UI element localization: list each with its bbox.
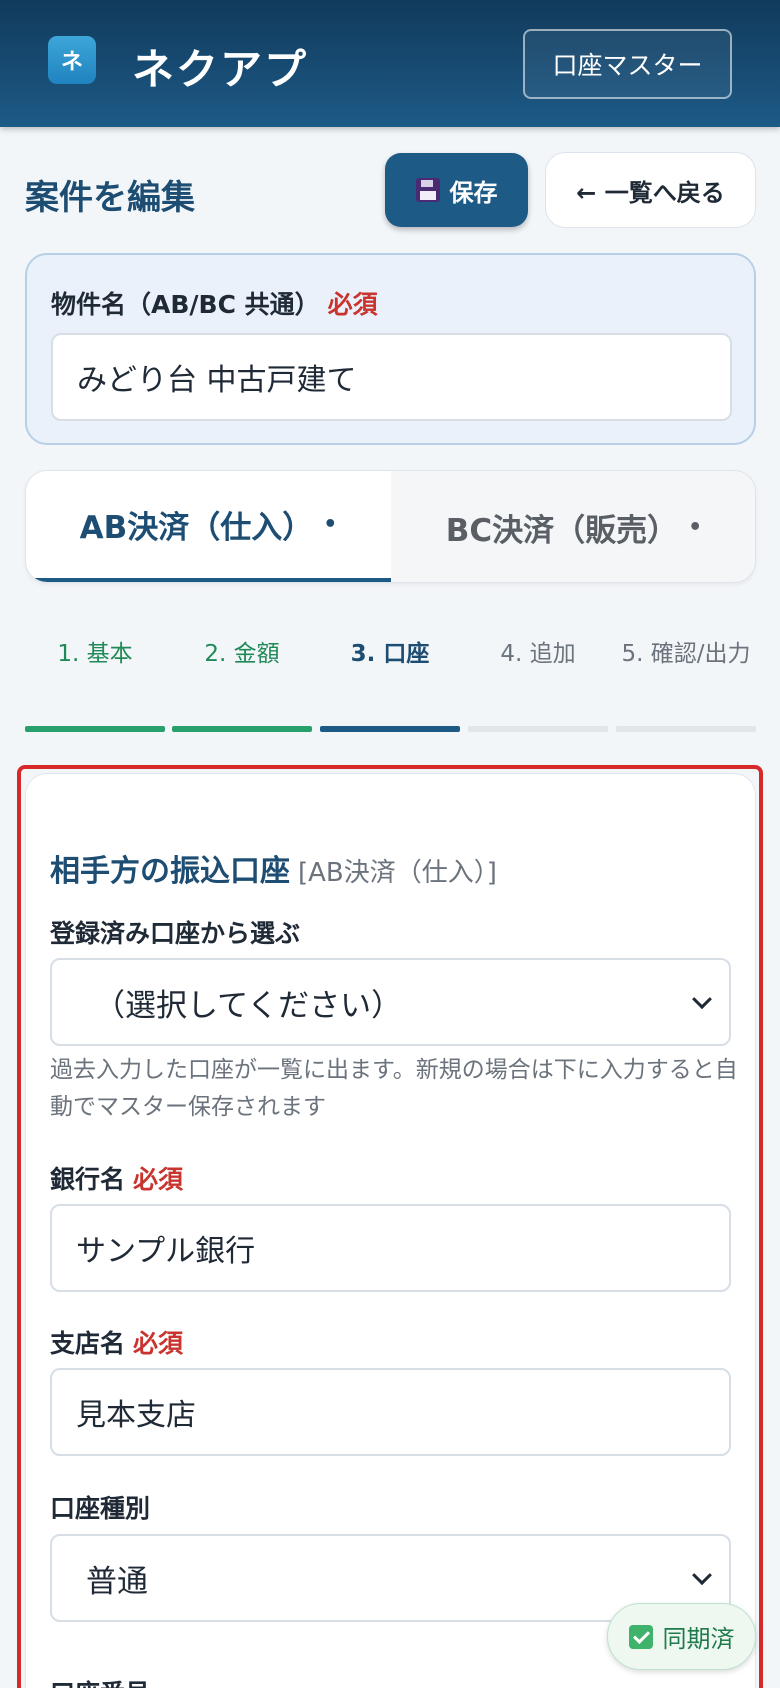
account-section-title: 相手方の振込口座 [AB決済（仕入）]	[50, 846, 497, 890]
saved-account-label: 登録済み口座から選ぶ	[50, 919, 301, 948]
step-basic[interactable]: 1. 基本	[25, 636, 165, 672]
step-confirm-output[interactable]: 5. 確認/出力	[616, 636, 756, 672]
account-section-subtitle: [AB決済（仕入）]	[298, 858, 497, 888]
saved-account-value: （選択してください）	[94, 987, 403, 1024]
branch-name-label: 支店名 必須	[50, 1324, 183, 1360]
chevron-down-icon	[692, 989, 712, 1010]
step-indicator: 1. 基本 2. 金額 3. 口座 4. 追加 5. 確認/出力	[25, 636, 756, 732]
required-badge: 必須	[327, 290, 378, 319]
page-title: 案件を編集	[25, 178, 195, 218]
step-additional[interactable]: 4. 追加	[468, 636, 608, 672]
step-amount[interactable]: 2. 金額	[172, 636, 312, 672]
tab-bc-settlement[interactable]: BC決済（販売） •	[391, 471, 755, 582]
account-section-title-text: 相手方の振込口座	[50, 854, 290, 889]
property-name-card: 物件名（AB/BC 共通） 必須 みどり台 中古戸建て	[25, 253, 756, 445]
check-icon	[628, 1624, 653, 1649]
account-number-label: 口座番号	[50, 1674, 150, 1688]
account-type-label: 口座種別	[50, 1494, 151, 1523]
tab-bc-label: BC決済（販売）	[445, 513, 679, 549]
app-header: ネ ネクアプ 口座マスター	[0, 0, 780, 127]
property-name-label: 物件名（AB/BC 共通） 必須	[51, 285, 378, 321]
back-to-list-button[interactable]: ← 一覧へ戻る	[545, 152, 756, 228]
branch-name-label-text: 支店名	[50, 1329, 126, 1358]
chevron-down-icon	[692, 1565, 712, 1586]
property-name-input[interactable]: みどり台 中古戸建て	[51, 333, 732, 421]
tab-ab-dot: •	[323, 512, 338, 537]
branch-name-input[interactable]: 見本支店	[50, 1368, 731, 1456]
tab-bc-dot: •	[688, 515, 703, 540]
step-amount-bar	[172, 726, 312, 732]
saved-account-hint: 過去入力した口座が一覧に出ます。新規の場合は下に入力すると自動でマスター保存され…	[50, 1057, 738, 1120]
step-confirm-output-bar	[616, 726, 756, 732]
saved-account-select[interactable]: （選択してください）	[50, 958, 731, 1046]
tab-ab-label: AB決済（仕入）	[79, 510, 314, 546]
step-additional-bar	[468, 726, 608, 732]
settlement-tabs: AB決済（仕入） • BC決済（販売） •	[25, 470, 756, 583]
step-account-bar	[320, 726, 460, 732]
property-name-label-text: 物件名（AB/BC 共通）	[51, 290, 320, 319]
bank-name-label: 銀行名 必須	[50, 1160, 183, 1196]
required-badge: 必須	[133, 1165, 184, 1194]
tab-ab-settlement[interactable]: AB決済（仕入） •	[26, 471, 391, 582]
sync-status-label: 同期済	[662, 1625, 735, 1653]
save-button-label: 保存	[449, 178, 498, 207]
bank-name-input[interactable]: サンプル銀行	[50, 1204, 731, 1292]
save-button[interactable]: 保存	[385, 153, 528, 227]
app-logo-icon: ネ	[48, 36, 96, 84]
floppy-disk-icon	[415, 178, 440, 202]
step-account[interactable]: 3. 口座	[320, 636, 460, 672]
required-badge: 必須	[133, 1329, 184, 1358]
step-basic-bar	[25, 726, 165, 732]
account-type-value: 普通	[86, 1563, 148, 1600]
sync-status-badge: 同期済	[607, 1603, 756, 1670]
account-master-button[interactable]: 口座マスター	[523, 29, 732, 99]
bank-name-label-text: 銀行名	[50, 1165, 126, 1194]
app-title: ネクアプ	[132, 45, 309, 94]
